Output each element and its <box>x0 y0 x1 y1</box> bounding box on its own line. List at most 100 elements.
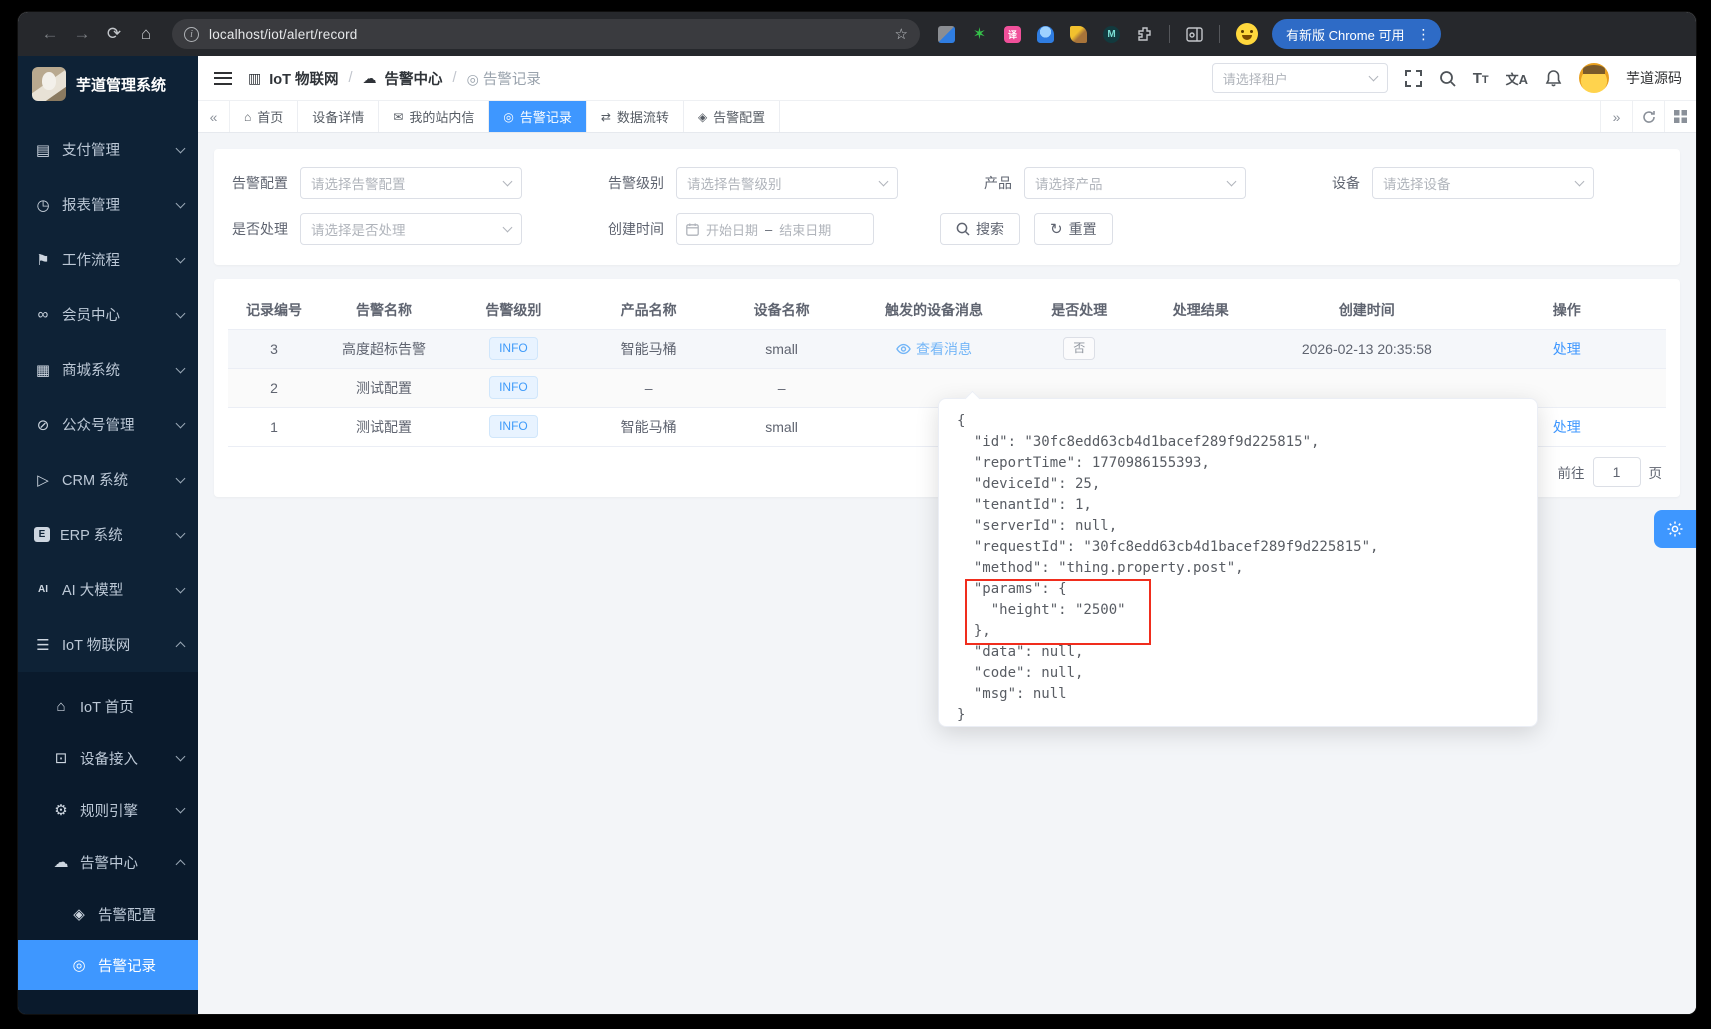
extension-translate-icon[interactable]: 译 <box>1004 25 1021 43</box>
col-actions: 操作 <box>1467 291 1666 330</box>
alert-record-icon: ◎ <box>72 957 86 974</box>
sidebar-item-rule-engine[interactable]: ⚙ 规则引擎 <box>18 784 198 836</box>
address-bar[interactable]: i localhost/iot/alert/record ☆ <box>172 19 920 49</box>
extensions-puzzle-icon[interactable] <box>1136 26 1153 43</box>
filter-row-1: 告警配置 请选择告警配置 告警级别 请选择告警级别 产品 请选择产品 设备 请选… <box>232 167 1662 199</box>
sidebar-item-official-account[interactable]: ⊘ 公众号管理 <box>18 397 198 452</box>
sidebar-item-report[interactable]: ◷ 报表管理 <box>18 177 198 232</box>
col-handle-result: 处理结果 <box>1135 291 1267 330</box>
mall-icon: ▦ <box>35 361 51 379</box>
sidebar-item-workflow[interactable]: ⚑ 工作流程 <box>18 232 198 287</box>
alert-config-icon: ◈ <box>73 906 85 923</box>
sidebar-item-crm[interactable]: ▷ CRM 系统 <box>18 452 198 507</box>
handled-label: 是否处理 <box>232 221 288 237</box>
reload-icon[interactable]: ⟳ <box>98 18 130 50</box>
browser-menu-icon[interactable]: ⋮ <box>1412 26 1435 43</box>
chevron-down-icon <box>878 176 889 187</box>
report-icon: ◷ <box>36 196 50 214</box>
sidebar-item-iot[interactable]: ☰ IoT 物联网 <box>18 617 198 672</box>
handled-select[interactable]: 请选择是否处理 <box>300 213 522 245</box>
col-device-name: 设备名称 <box>718 291 845 330</box>
handle-action-link[interactable]: 处理 <box>1553 419 1581 435</box>
tabbar-actions: » <box>1600 101 1696 132</box>
profile-avatar[interactable] <box>1236 23 1258 45</box>
alert-level-select[interactable]: 请选择告警级别 <box>676 167 898 199</box>
breadcrumb-item-alert-center[interactable]: 告警中心 <box>385 68 443 89</box>
sidebar-item-mall[interactable]: ▦ 商城系统 <box>18 342 198 397</box>
layout-grid-icon[interactable] <box>1664 101 1696 132</box>
page-settings-gear-button[interactable] <box>1654 510 1696 548</box>
extension-broom-icon[interactable] <box>1070 25 1087 43</box>
back-icon[interactable]: ← <box>34 18 66 50</box>
device-select[interactable]: 请选择设备 <box>1372 167 1594 199</box>
search-icon[interactable] <box>1439 70 1456 87</box>
tab-data-flow[interactable]: ⇄ 数据流转 <box>586 101 684 132</box>
data-flow-icon: ⇄ <box>600 109 611 124</box>
page-number-input[interactable] <box>1592 456 1641 487</box>
notification-bell-icon[interactable] <box>1545 69 1562 87</box>
tab-my-messages[interactable]: ✉ 我的站内信 <box>379 101 490 132</box>
product-select[interactable]: 请选择产品 <box>1024 167 1246 199</box>
site-info-icon[interactable]: i <box>184 26 199 42</box>
font-size-icon[interactable]: TT <box>1473 70 1489 87</box>
view-message-link[interactable]: 查看消息 <box>896 339 972 359</box>
home-icon[interactable]: ⌂ <box>130 18 162 50</box>
sidebar-item-member[interactable]: ∞ 会员中心 <box>18 287 198 342</box>
collapse-menu-icon[interactable] <box>214 71 232 85</box>
chevron-down-icon <box>175 363 186 373</box>
eye-icon <box>896 343 911 354</box>
url-text: localhost/iot/alert/record <box>209 26 358 42</box>
tab-device-detail[interactable]: 设备详情 <box>298 101 380 132</box>
extension-m-icon[interactable]: M <box>1103 25 1120 43</box>
alert-record-breadcrumb-icon: ◎ <box>466 70 479 87</box>
extension-lamp-icon[interactable] <box>1037 25 1054 43</box>
extensions-row: ✶ 译 M <box>938 23 1258 45</box>
sidebar-item-erp[interactable]: E ERP 系统 <box>18 507 198 562</box>
side-panel-icon[interactable] <box>1186 26 1203 43</box>
sidebar-item-alert-record[interactable]: ◎ 告警记录 <box>18 940 198 990</box>
sidebar-item-alert-config[interactable]: ◈ 告警配置 <box>18 888 198 940</box>
iot-breadcrumb-icon: ▥ <box>248 69 262 86</box>
language-icon[interactable]: 文A <box>1506 69 1528 88</box>
user-name: 芋道源码 <box>1626 70 1682 86</box>
alert-config-select[interactable]: 请选择告警配置 <box>300 167 522 199</box>
reset-button[interactable]: ↻ 重置 <box>1034 213 1113 245</box>
scroll-tabs-right-icon[interactable]: » <box>1600 101 1632 132</box>
filter-row-2: 是否处理 请选择是否处理 创建时间 开始日期 – 结束日期 搜索 ↻ 重置 <box>232 213 1662 245</box>
handle-action-link[interactable]: 处理 <box>1553 341 1581 357</box>
create-time-range-picker[interactable]: 开始日期 – 结束日期 <box>676 213 874 245</box>
col-create-time: 创建时间 <box>1266 291 1468 330</box>
level-badge: INFO <box>489 415 538 438</box>
fullscreen-icon[interactable] <box>1404 69 1422 87</box>
tab-alert-config[interactable]: ◈ 告警配置 <box>683 101 781 132</box>
extension-star-icon[interactable]: ✶ <box>971 26 988 43</box>
breadcrumb-item-iot[interactable]: IoT 物联网 <box>269 68 338 89</box>
user-avatar[interactable] <box>1579 63 1609 93</box>
tenant-select[interactable]: 请选择租户 <box>1211 63 1388 93</box>
sidebar-item-iot-home[interactable]: ⌂ IoT 首页 <box>18 680 198 732</box>
home-icon: ⌂ <box>56 697 66 715</box>
extension-grid-icon[interactable] <box>938 25 955 43</box>
sidebar-item-ai[interactable]: AI AI 大模型 <box>18 562 198 617</box>
logo-image <box>32 67 66 101</box>
chrome-update-chip[interactable]: 有新版 Chrome 可用 ⋮ <box>1272 19 1442 49</box>
search-button[interactable]: 搜索 <box>940 213 1020 245</box>
crm-icon: ▷ <box>37 471 49 489</box>
iot-submenu: ⌂ IoT 首页 ⊡ 设备接入 ⚙ 规则引擎 ☁ 告警中心 ◈ 告警配置 ◎ 告… <box>18 672 198 1014</box>
logo-row[interactable]: 芋道管理系统 <box>18 56 198 112</box>
chevron-down-icon <box>502 176 513 187</box>
refresh-page-icon[interactable] <box>1632 101 1664 132</box>
scroll-tabs-left-icon[interactable]: « <box>198 101 230 132</box>
date-separator: – <box>765 221 773 237</box>
sidebar: 芋道管理系统 ▤ 支付管理 ◷ 报表管理 ⚑ 工作流程 ∞ 会员中心 ▦ 商城系… <box>18 56 198 1014</box>
sidebar-item-alert-center[interactable]: ☁ 告警中心 <box>18 836 198 888</box>
tab-alert-record[interactable]: ◎ 告警记录 <box>489 101 587 132</box>
alert-record-icon: ◎ <box>503 109 514 124</box>
sidebar-item-payment[interactable]: ▤ 支付管理 <box>18 122 198 177</box>
tab-home[interactable]: ⌂ 首页 <box>230 101 299 132</box>
bookmark-star-icon[interactable]: ☆ <box>895 25 908 43</box>
chevron-up-icon <box>175 641 186 652</box>
sidebar-item-device-access[interactable]: ⊡ 设备接入 <box>18 732 198 784</box>
forward-icon[interactable]: → <box>66 18 98 50</box>
col-alert-name: 告警名称 <box>320 291 448 330</box>
